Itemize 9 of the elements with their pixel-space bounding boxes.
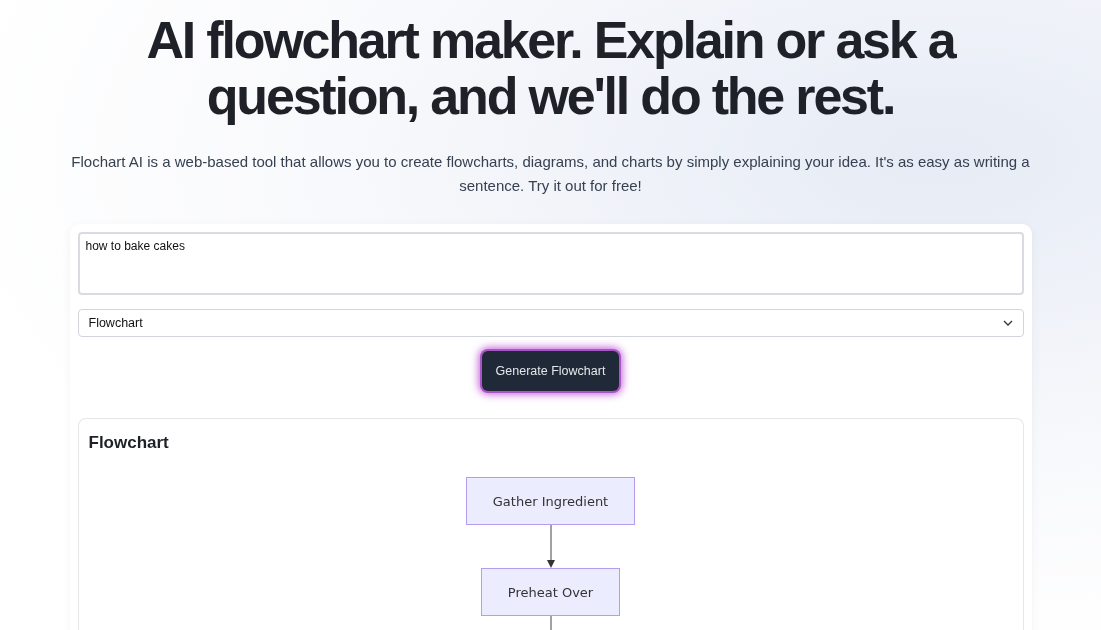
- hero-subtitle: Flochart AI is a web-based tool that allows you to create flowcharts, diagrams, and charts by simply explaining your idea. It's as easy as writing a sentence. Try it out for free!: [70, 152, 1031, 196]
- prompt-field[interactable]: how to bake cakes: [77, 232, 1024, 295]
- flowchart-node: Preheat Over: [480, 568, 621, 616]
- generate-button[interactable]: Generate Flowchart: [481, 351, 620, 391]
- chart-type-select[interactable]: Flowchart: [77, 309, 1024, 337]
- panel-title: Flowchart: [88, 433, 170, 453]
- chevron-icon: [1002, 320, 1013, 326]
- flowchart-node: Gather Ingredient: [465, 477, 636, 525]
- hero-title: AI flowchart maker. Explain or ask a question, and we'll do the rest.: [145, 12, 957, 124]
